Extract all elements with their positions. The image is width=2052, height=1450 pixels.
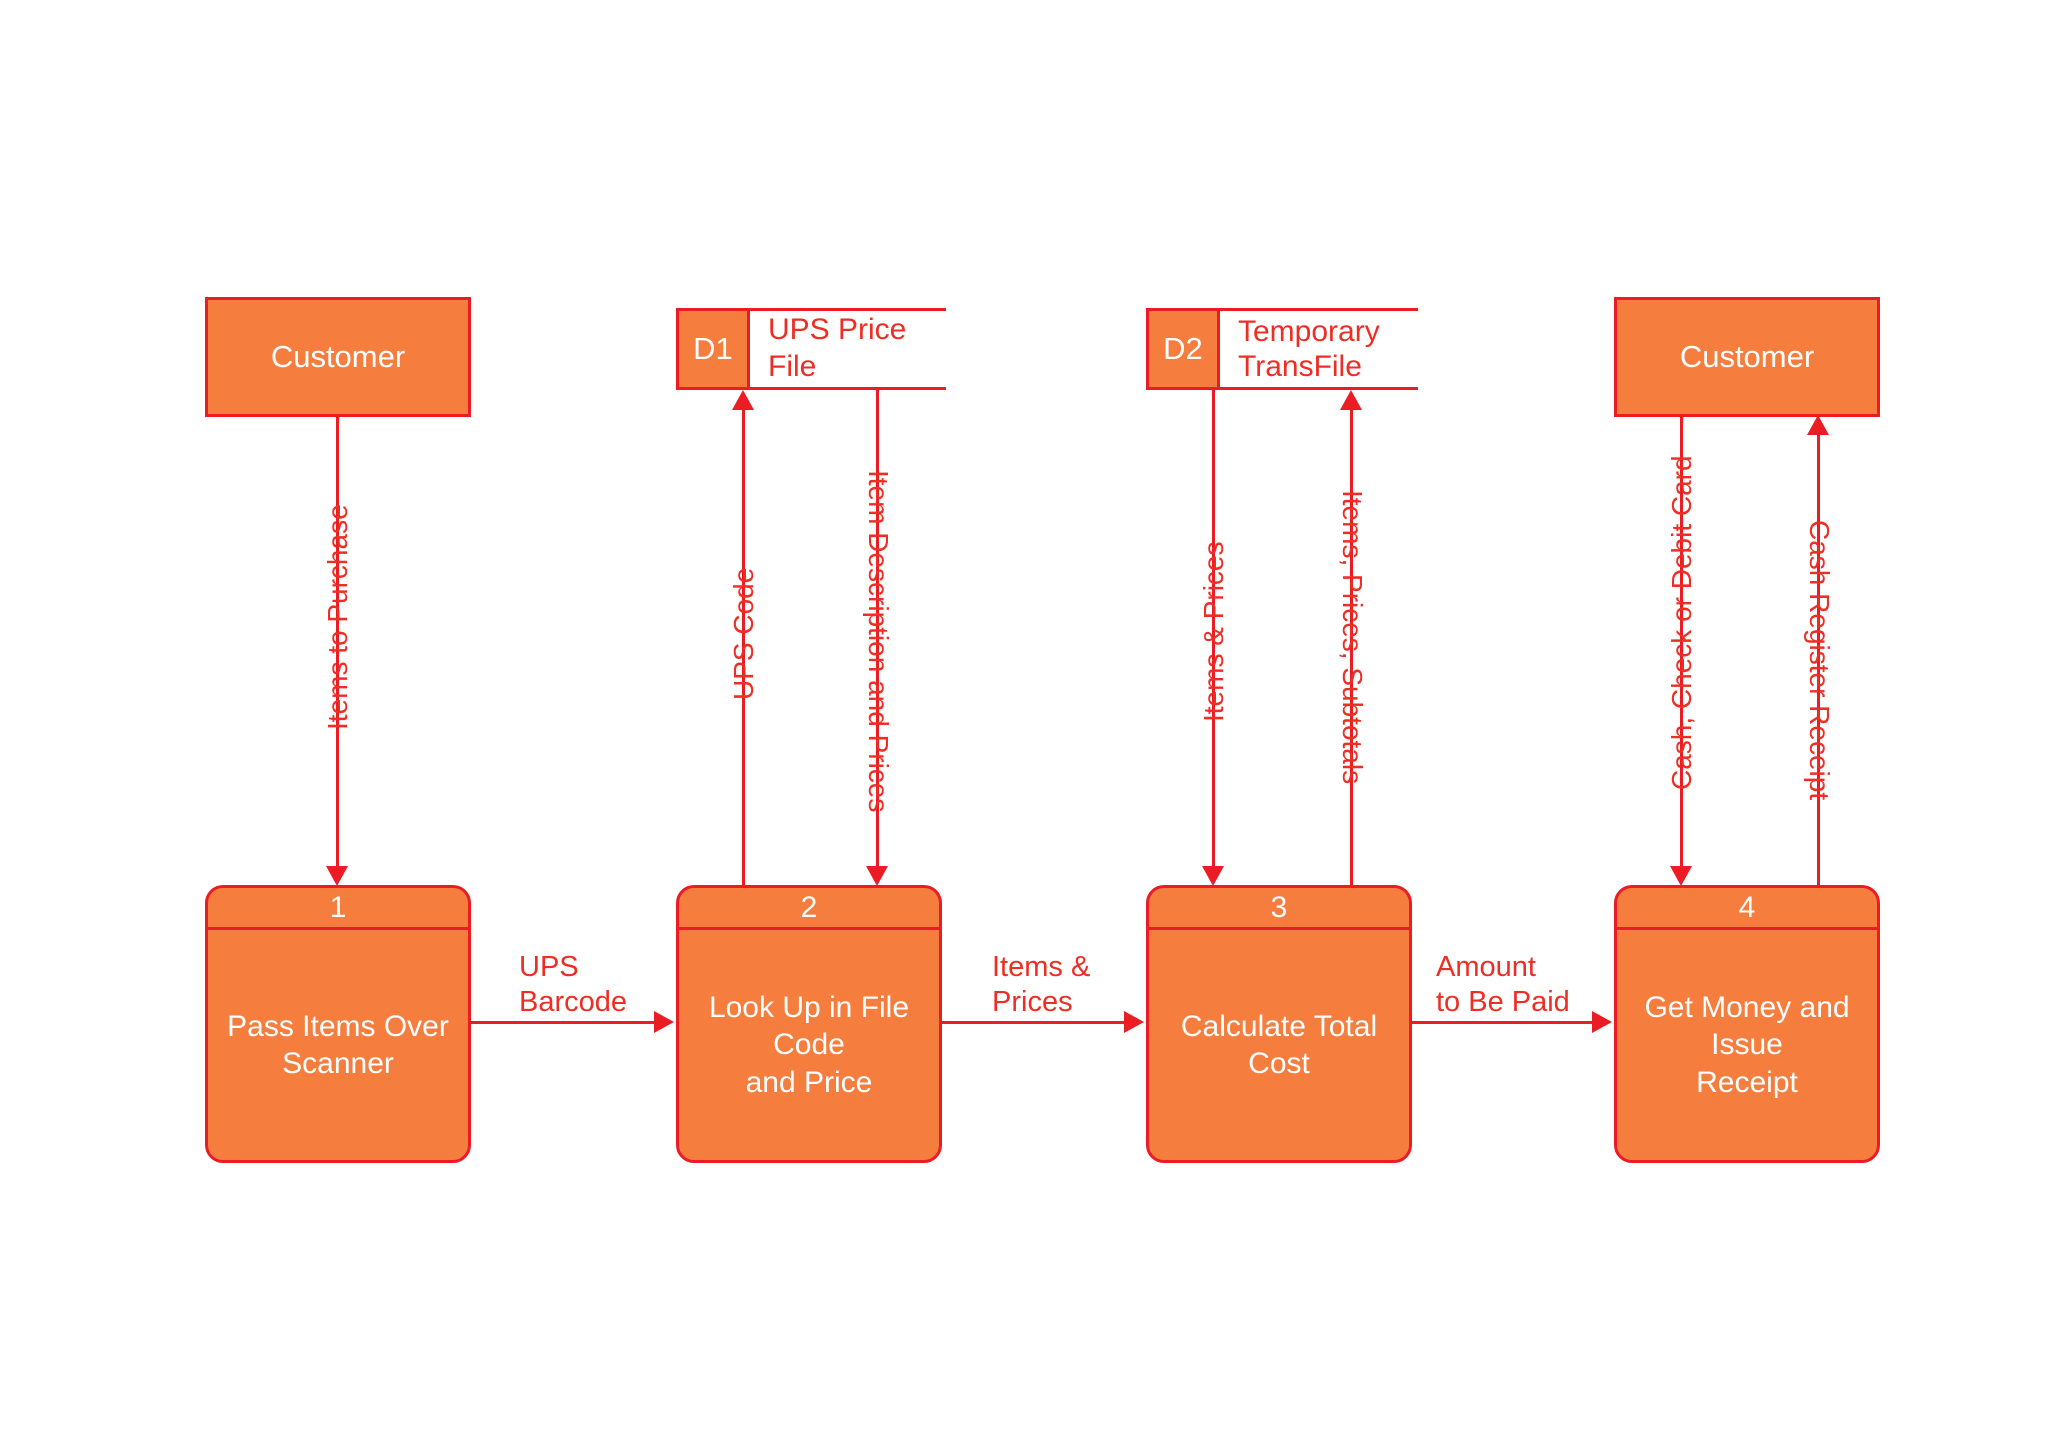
process-2-label: Look Up in File Code and Price bbox=[708, 990, 910, 1099]
flow-items-and-prices-horizontal-line bbox=[942, 1021, 1126, 1024]
process-3-label: Calculate Total Cost bbox=[1180, 1009, 1378, 1081]
flow-cash-check-debit-card-label: Cash, Check or Debit Card bbox=[1666, 455, 1697, 790]
flow-items-and-prices-vertical-label: Items & Prices bbox=[1198, 541, 1229, 722]
process-1-number: 1 bbox=[208, 888, 468, 930]
flow-items-to-purchase-label: Items to Purchase bbox=[322, 504, 353, 730]
data-store-d2[interactable]: D2 Temporary TransFile bbox=[1146, 308, 1418, 390]
flow-items-to-purchase-arrowhead bbox=[326, 866, 348, 886]
flow-cash-register-receipt-label: Cash Register Receipt bbox=[1804, 520, 1835, 801]
data-store-d2-code: D2 bbox=[1146, 311, 1220, 387]
process-4-body: Get Money and Issue Receipt bbox=[1617, 930, 1877, 1160]
flow-items-prices-subtotals-label: Items, Prices, Subtotals bbox=[1337, 490, 1368, 785]
external-entity-label: Customer bbox=[1679, 339, 1815, 375]
flow-items-and-prices-horizontal-label: Items & Prices bbox=[992, 951, 1091, 1019]
external-entity-customer-right[interactable]: Customer bbox=[1614, 297, 1880, 417]
flow-items-and-prices-vertical-arrowhead bbox=[1202, 866, 1224, 886]
process-2-look-up-in-file-code-and-price[interactable]: 2 Look Up in File Code and Price bbox=[676, 885, 942, 1163]
flow-item-description-and-prices-arrowhead bbox=[866, 866, 888, 886]
process-3-number: 3 bbox=[1149, 888, 1409, 930]
data-store-d1-code: D1 bbox=[676, 311, 750, 387]
diagram-canvas: Customer D1 UPS Price File D2 Temporary … bbox=[0, 0, 2052, 1450]
flow-ups-code-label: UPS Code bbox=[728, 567, 759, 700]
flow-cash-check-debit-card-arrowhead bbox=[1670, 866, 1692, 886]
process-1-body: Pass Items Over Scanner bbox=[208, 930, 468, 1160]
flow-items-prices-subtotals-arrowhead bbox=[1340, 390, 1362, 410]
flow-amount-to-be-paid-arrowhead bbox=[1592, 1011, 1612, 1033]
flow-amount-to-be-paid-line bbox=[1412, 1021, 1594, 1024]
external-entity-label: Customer bbox=[270, 339, 406, 375]
process-4-label: Get Money and Issue Receipt bbox=[1644, 990, 1850, 1099]
data-store-d1[interactable]: D1 UPS Price File bbox=[676, 308, 946, 390]
flow-items-and-prices-horizontal-arrowhead bbox=[1124, 1011, 1144, 1033]
data-store-d2-name: Temporary TransFile bbox=[1238, 314, 1380, 383]
flow-cash-register-receipt-arrowhead bbox=[1807, 415, 1829, 435]
data-store-d1-name: UPS Price File bbox=[768, 313, 907, 383]
flow-amount-to-be-paid-label: Amount to Be Paid bbox=[1436, 951, 1570, 1019]
flow-ups-barcode-arrowhead bbox=[654, 1011, 674, 1033]
process-2-body: Look Up in File Code and Price bbox=[679, 930, 939, 1160]
process-1-label: Pass Items Over Scanner bbox=[227, 1009, 449, 1081]
process-4-number: 4 bbox=[1617, 888, 1877, 930]
process-3-calculate-total-cost[interactable]: 3 Calculate Total Cost bbox=[1146, 885, 1412, 1163]
flow-item-description-and-prices-label: Item Description and Prices bbox=[863, 470, 894, 813]
process-2-number: 2 bbox=[679, 888, 939, 930]
flow-ups-barcode-label: UPS Barcode bbox=[519, 951, 628, 1019]
process-4-get-money-and-issue-receipt[interactable]: 4 Get Money and Issue Receipt bbox=[1614, 885, 1880, 1163]
process-1-pass-items-over-scanner[interactable]: 1 Pass Items Over Scanner bbox=[205, 885, 471, 1163]
flow-ups-barcode-line bbox=[471, 1021, 656, 1024]
external-entity-customer-left[interactable]: Customer bbox=[205, 297, 471, 417]
flow-ups-code-arrowhead bbox=[732, 390, 754, 410]
process-3-body: Calculate Total Cost bbox=[1149, 930, 1409, 1160]
